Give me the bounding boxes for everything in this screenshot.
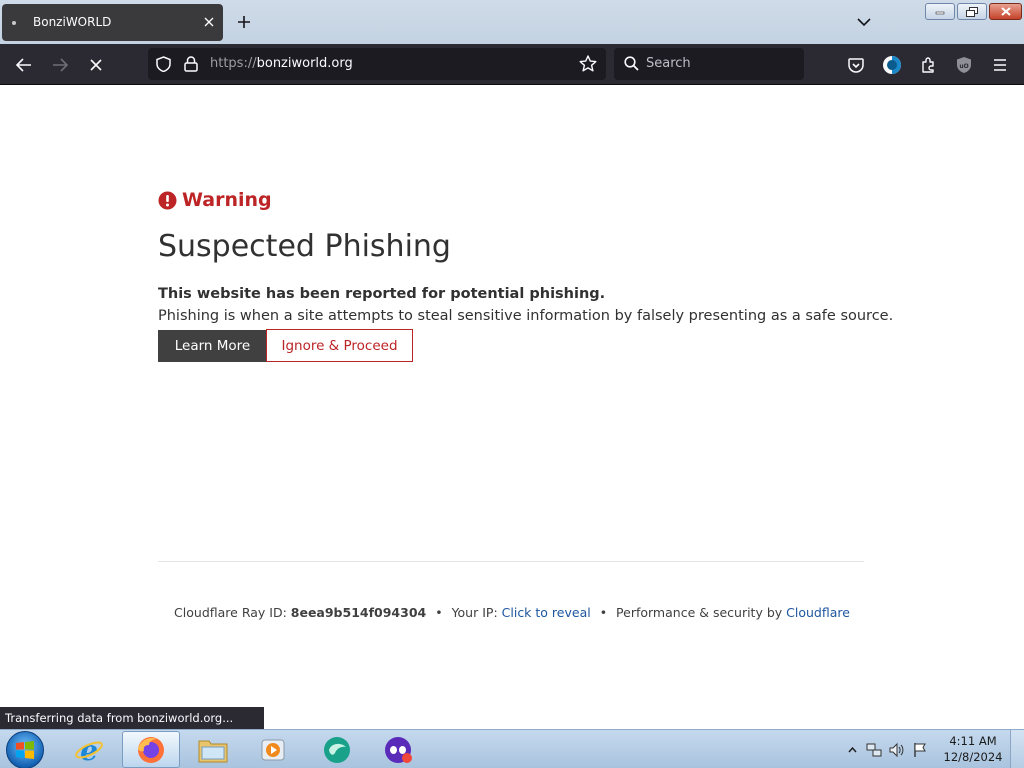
status-panel: Transferring data from bonziworld.org... [0,707,264,729]
search-bar[interactable]: Search [614,48,804,80]
page-title: Suspected Phishing [158,229,451,264]
window-restore-button[interactable] [957,3,987,20]
warning-label: Warning [182,189,272,211]
phishing-report-text: This website has been reported for poten… [158,286,606,302]
window-minimize-button[interactable] [925,3,955,20]
svg-text:e: e [80,735,98,765]
svg-text:uO: uO [959,63,968,70]
warning-heading: Warning [158,189,272,211]
network-icon[interactable] [866,742,882,758]
pocket-icon[interactable] [842,52,870,78]
internet-explorer-icon: e [75,735,103,765]
ray-id-value: 8eea9b514f094304 [290,605,427,620]
your-ip-label: Your IP: [451,605,498,620]
address-bar[interactable]: https://bonziworld.org [148,48,606,80]
learn-more-button[interactable]: Learn More [158,330,267,362]
url-scheme: https:// [210,56,257,71]
tab-bonziworld[interactable]: BonziWORLD [2,4,223,41]
account-avatar-icon[interactable] [878,52,906,78]
show-hidden-icons-chevron-icon[interactable] [844,742,860,758]
taskbar-purple-app[interactable] [370,731,428,768]
ray-id-label: Cloudflare Ray ID: [174,605,287,620]
taskbar-firefox[interactable] [122,731,180,768]
clock-date: 12/8/2024 [943,750,1003,764]
stop-loading-button[interactable] [82,52,110,78]
window-close-button[interactable] [989,3,1022,20]
navigation-toolbar: https://bonziworld.org Search uO [0,44,1024,85]
purple-app-icon [385,736,412,763]
cloudflare-footer: Cloudflare Ray ID: 8eea9b514f094304 • Yo… [0,605,1024,620]
url-text[interactable]: https://bonziworld.org [210,56,353,71]
forward-button[interactable] [46,52,74,78]
tab-title: BonziWORLD [33,15,112,29]
new-tab-button[interactable] [232,10,256,34]
windows-logo-icon [16,741,34,759]
tab-favicon-icon [12,21,16,25]
teal-app-icon [324,736,350,763]
warning-exclamation-icon [158,191,177,209]
ignore-and-proceed-button[interactable]: Ignore & Proceed [266,329,413,362]
tab-close-icon[interactable] [199,12,219,32]
page-content: Warning Suspected Phishing This website … [0,85,1024,707]
cloudflare-link[interactable]: Cloudflare [786,605,850,620]
footer-divider [158,561,864,562]
bookmark-star-icon[interactable] [579,55,597,76]
search-placeholder: Search [646,56,691,71]
folder-icon [198,740,228,762]
media-player-icon [261,739,285,760]
performance-label: Performance & security by [616,605,783,620]
list-all-tabs-chevron-icon[interactable] [852,10,876,34]
clock-time: 4:11 AM [949,734,997,748]
taskbar-teal-app[interactable] [308,731,366,768]
taskbar-media-player[interactable] [244,731,302,768]
show-desktop-button[interactable] [1010,730,1024,768]
taskbar-clock[interactable]: 4:11 AM 12/8/2024 [940,733,1006,765]
extensions-puzzle-icon[interactable] [914,52,942,78]
firefox-icon [138,736,164,763]
taskbar-internet-explorer[interactable]: e [60,731,118,768]
ublock-origin-icon[interactable]: uO [950,52,978,78]
search-icon [624,56,639,75]
phishing-explanation-text: Phishing is when a site attempts to stea… [158,308,894,324]
action-center-flag-icon[interactable] [912,742,928,758]
start-button[interactable] [6,731,44,768]
lock-icon[interactable] [184,56,198,76]
back-button[interactable] [10,52,38,78]
volume-icon[interactable] [888,742,904,758]
taskbar-file-explorer[interactable] [184,731,242,768]
tab-strip: BonziWORLD [0,0,1024,44]
footer-separator: • [599,605,608,620]
reveal-ip-link[interactable]: Click to reveal [502,605,591,620]
tracking-protection-shield-icon[interactable] [156,56,171,76]
app-menu-hamburger-icon[interactable] [986,52,1014,78]
url-host: bonziworld.org [256,56,353,71]
footer-separator: • [435,605,443,620]
windows-taskbar: e 4:11 AM 12/8/2024 [0,729,1024,768]
